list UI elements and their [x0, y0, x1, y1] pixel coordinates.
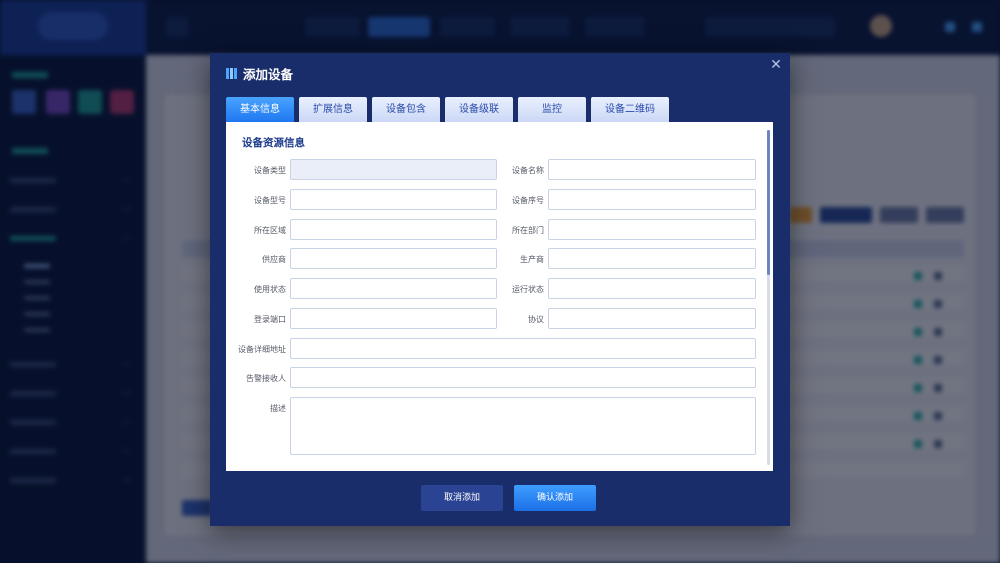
confirm-button[interactable]: 确认添加: [514, 485, 596, 511]
region-label: 所在区域: [254, 226, 286, 235]
run-status-label: 运行状态: [512, 285, 544, 294]
supplier-field[interactable]: [290, 248, 497, 269]
section-title: 设备资源信息: [242, 137, 305, 149]
protocol-field[interactable]: [548, 308, 756, 329]
protocol-label: 协议: [528, 315, 544, 324]
usage-status-label: 使用状态: [254, 285, 286, 294]
add-device-dialog: 添加设备 ✕ 基本信息 扩展信息 设备包含 设备级联 监控 设备二维码 设备资源…: [210, 53, 790, 526]
device-name-label: 设备名称: [512, 166, 544, 175]
region-field[interactable]: [290, 219, 497, 240]
address-field[interactable]: [290, 338, 756, 359]
device-model-field[interactable]: [290, 189, 497, 210]
device-type-label: 设备类型: [254, 166, 286, 175]
login-port-field[interactable]: [290, 308, 497, 329]
device-icon: [226, 68, 237, 79]
tab-device-contains[interactable]: 设备包含: [372, 97, 440, 122]
device-model-label: 设备型号: [254, 196, 286, 205]
description-textarea[interactable]: [290, 397, 756, 455]
scrollbar[interactable]: [767, 130, 770, 465]
device-name-field[interactable]: [548, 159, 756, 180]
device-serial-field[interactable]: [548, 189, 756, 210]
device-serial-label: 设备序号: [512, 196, 544, 205]
tab-device-qrcode[interactable]: 设备二维码: [591, 97, 669, 122]
manufacturer-label: 生产商: [520, 255, 544, 264]
dialog-title: 添加设备: [243, 67, 294, 82]
usage-status-field[interactable]: [290, 278, 497, 299]
description-label: 描述: [270, 404, 286, 413]
address-label: 设备详细地址: [238, 345, 286, 354]
alarm-receiver-label: 告警接收人: [246, 374, 286, 383]
department-field[interactable]: [548, 219, 756, 240]
tab-device-cascade[interactable]: 设备级联: [445, 97, 513, 122]
form-panel: 设备资源信息 设备类型 设备名称 设备型号 设备序号 所在区域 所在部门 供应商…: [226, 122, 773, 471]
manufacturer-field[interactable]: [548, 248, 756, 269]
alarm-receiver-field[interactable]: [290, 367, 756, 388]
tab-monitor[interactable]: 监控: [518, 97, 586, 122]
close-icon[interactable]: ✕: [768, 57, 784, 73]
login-port-label: 登录端口: [254, 315, 286, 324]
department-label: 所在部门: [512, 226, 544, 235]
supplier-label: 供应商: [262, 255, 286, 264]
scrollbar-thumb[interactable]: [767, 130, 770, 275]
tab-extended-info[interactable]: 扩展信息: [299, 97, 367, 122]
dialog-header: 添加设备: [226, 64, 293, 83]
tab-bar: 基本信息 扩展信息 设备包含 设备级联 监控 设备二维码: [226, 97, 674, 123]
cancel-button[interactable]: 取消添加: [421, 485, 503, 511]
tab-basic-info[interactable]: 基本信息: [226, 97, 294, 122]
run-status-field[interactable]: [548, 278, 756, 299]
device-type-field[interactable]: [290, 159, 497, 180]
